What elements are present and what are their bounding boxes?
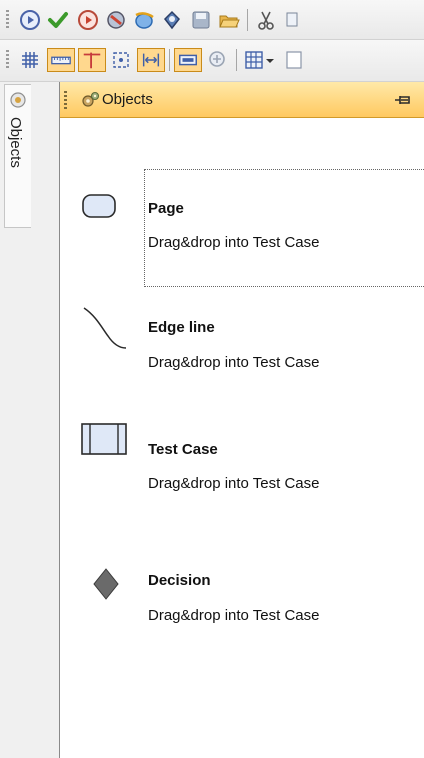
process-box-icon [81,423,127,455]
open-folder-icon[interactable] [217,8,241,32]
frame-icon[interactable] [174,48,202,72]
object-name: Page [148,200,184,217]
object-description: Drag&drop into Test Case [148,354,320,371]
gears-icon [82,91,100,107]
page-icon[interactable] [282,48,306,72]
snap-icon[interactable] [109,48,133,72]
object-description: Drag&drop into Test Case [148,607,320,624]
object-item-decision[interactable]: Decision Drag&drop into Test Case [60,567,424,647]
object-item-test-case[interactable]: Test Case Drag&drop into Test Case [60,420,424,500]
object-name: Decision [148,572,211,589]
panel-grip[interactable] [64,91,67,109]
diamond-icon [93,568,119,600]
browser-icon[interactable] [132,8,156,32]
fit-width-icon[interactable] [137,48,165,72]
record-icon[interactable] [76,8,100,32]
check-icon[interactable] [46,8,70,32]
toolbar-separator [169,49,170,71]
object-name: Edge line [148,319,215,336]
panel-title: Objects [102,91,153,108]
save-icon[interactable] [189,8,213,32]
table-icon[interactable] [242,48,266,72]
cut-icon[interactable] [254,8,278,32]
object-description: Drag&drop into Test Case [148,475,320,492]
rounded-rect-icon [82,194,116,218]
objects-panel: Objects Page Drag&drop into Test Case Ed… [59,82,424,758]
object-item-page[interactable]: Page Drag&drop into Test Case [60,169,424,287]
plugin-icon[interactable] [160,8,184,32]
objects-side-tab[interactable]: Objects [4,84,31,228]
objects-tab-icon [10,92,26,108]
toolbar-separator [247,9,248,31]
object-item-edge-line[interactable]: Edge line Drag&drop into Test Case [60,302,424,382]
toolbar-separator [236,49,237,71]
copy-icon[interactable] [282,8,306,32]
zoom-icon[interactable] [206,48,230,72]
dropdown-arrow-icon[interactable] [264,48,276,72]
settings-icon[interactable] [104,8,128,32]
grid-icon[interactable] [18,48,42,72]
object-description: Drag&drop into Test Case [148,234,320,251]
guides-icon[interactable] [78,48,106,72]
curve-line-icon [83,307,127,349]
toolbar-grip[interactable] [6,10,9,30]
ruler-icon[interactable] [47,48,75,72]
side-tab-label: Objects [7,117,24,168]
panel-header: Objects [60,82,424,118]
layout-toolbar [0,40,424,82]
run-icon[interactable] [18,8,42,32]
object-name: Test Case [148,441,218,458]
main-toolbar [0,0,424,40]
pin-icon[interactable] [392,91,414,109]
toolbar-grip[interactable] [6,50,9,70]
